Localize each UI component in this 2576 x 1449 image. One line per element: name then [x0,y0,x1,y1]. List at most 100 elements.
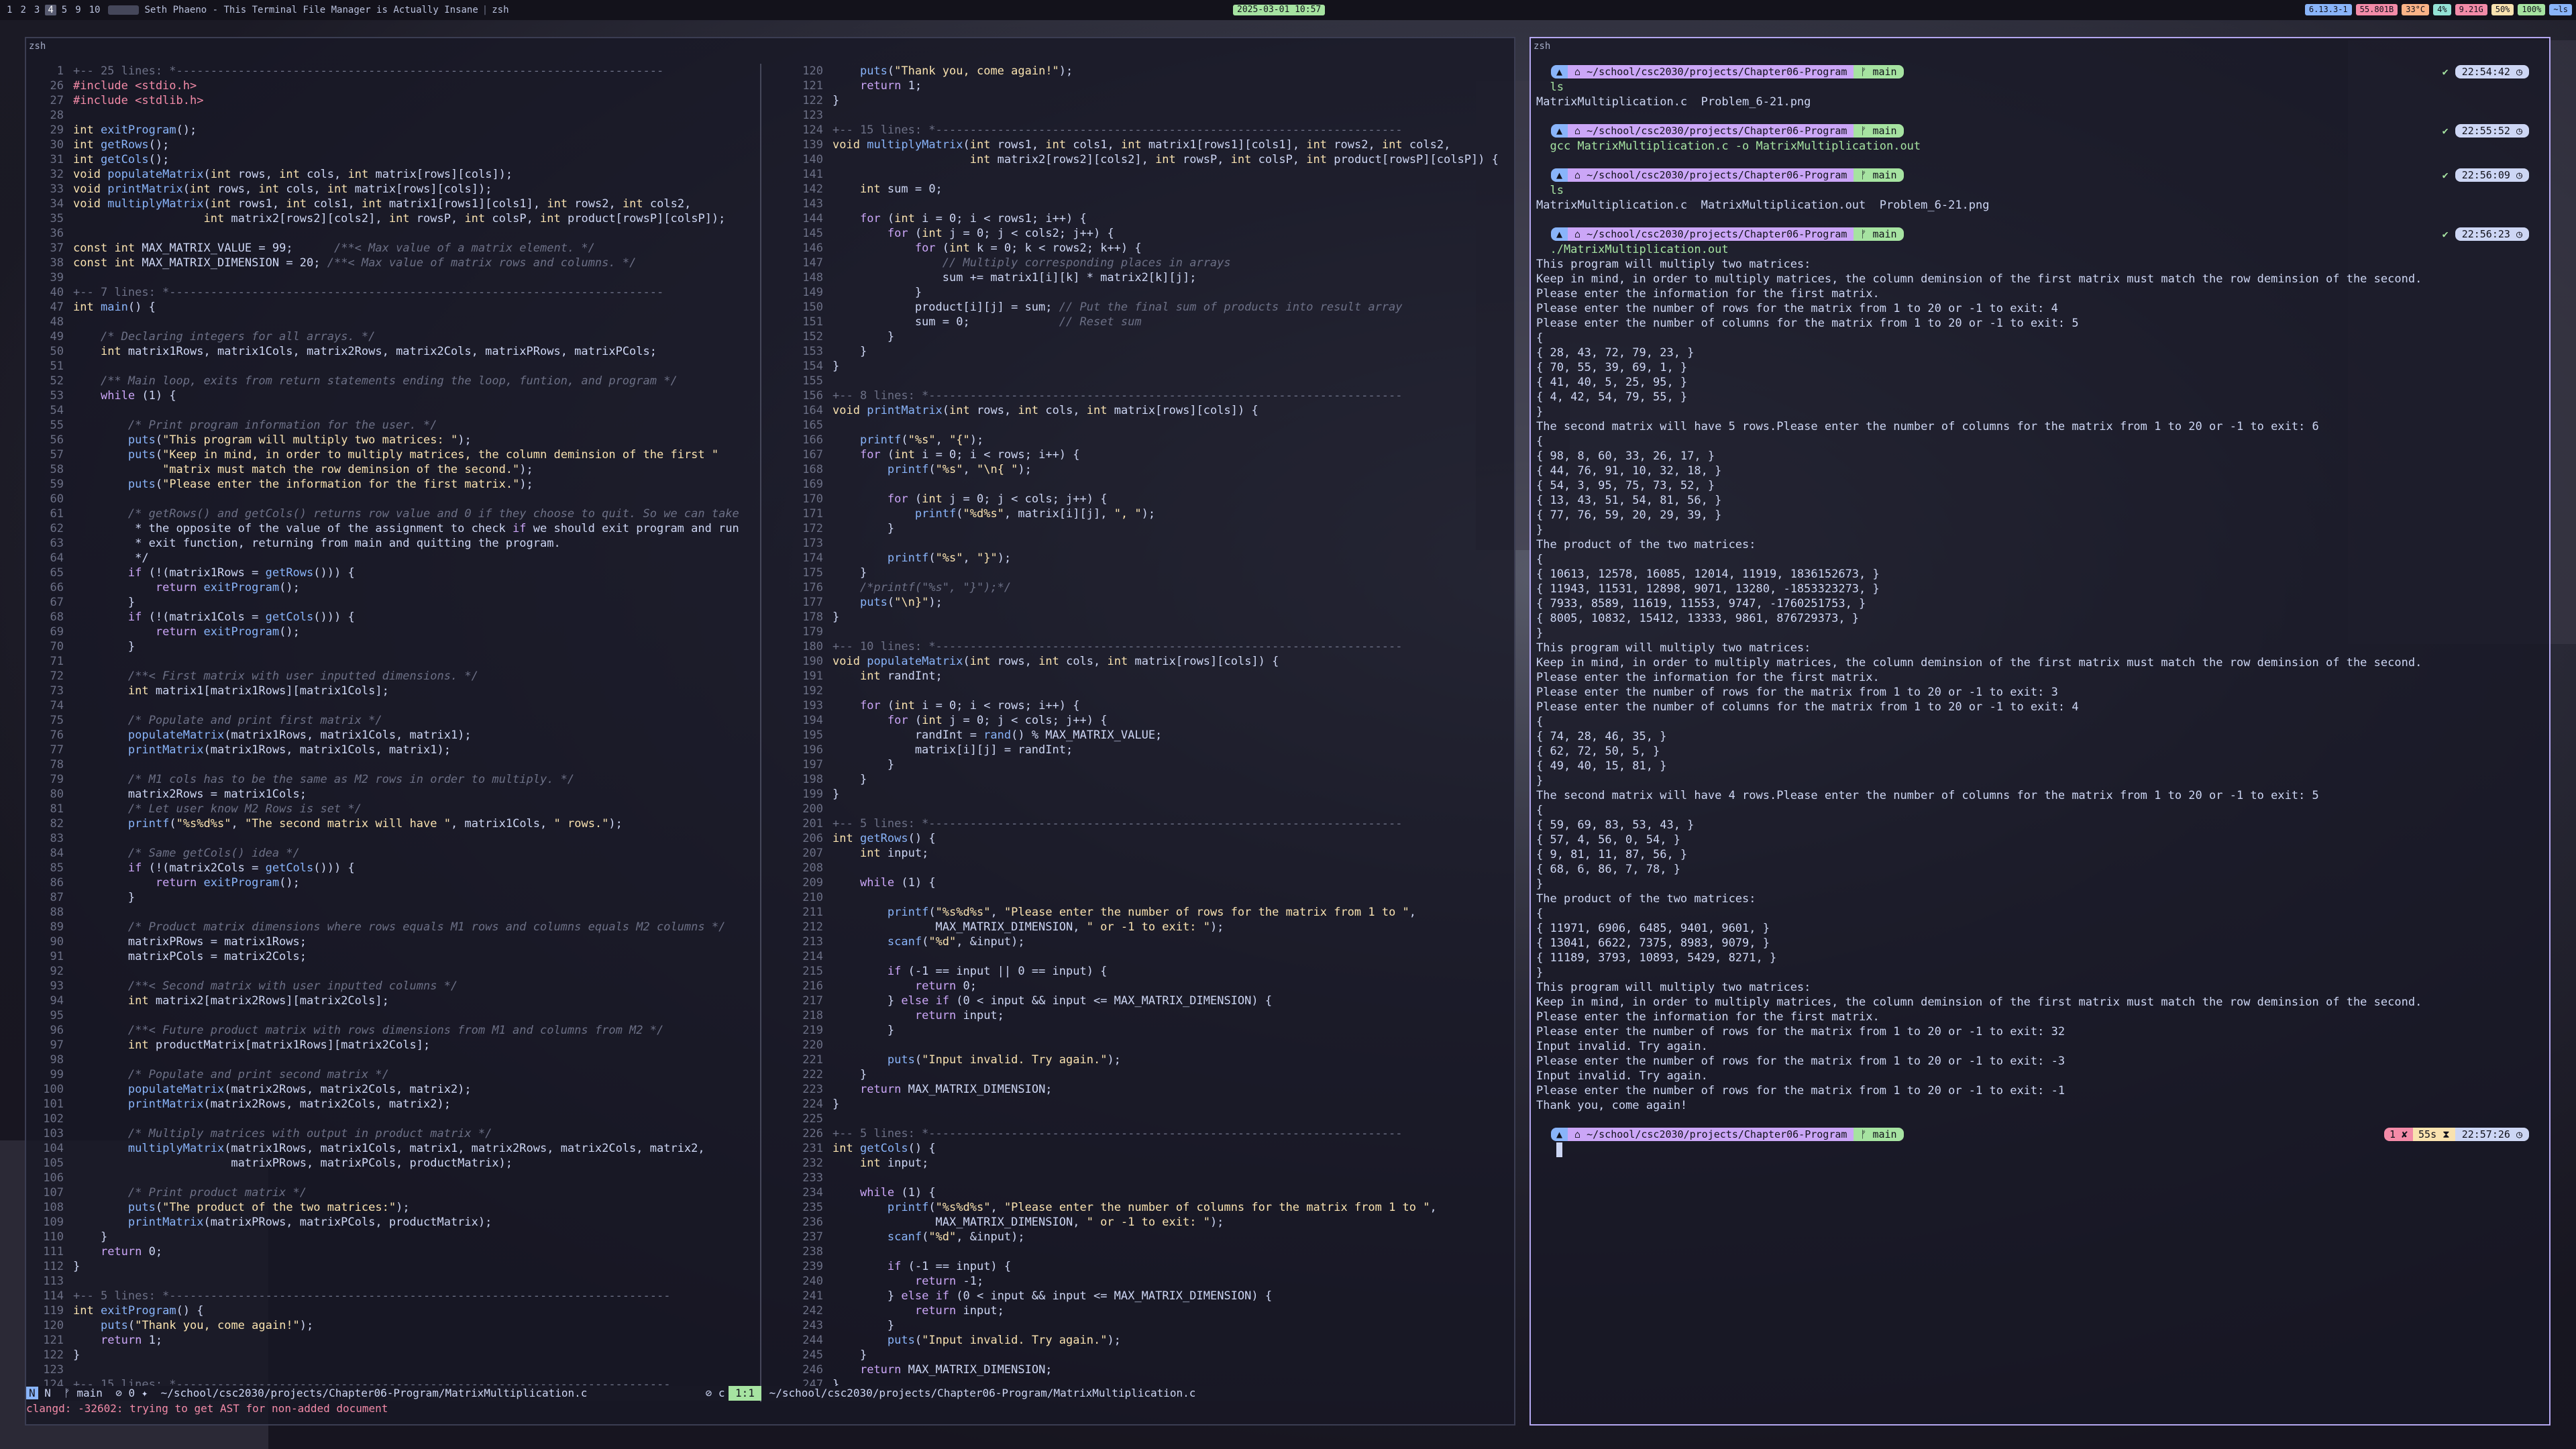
code-line[interactable]: 89 /* Product matrix dimensions where ro… [30,920,761,934]
tray-item[interactable]: 55.801B [2355,4,2398,15]
code-line[interactable]: 215 if (-1 == input || 0 == input) { [790,964,1507,979]
code-line[interactable]: 222 } [790,1067,1507,1082]
editor-right-split[interactable]: 120 puts("Thank you, come again!"); 121 r… [790,64,1507,1392]
code-line[interactable]: 177 puts("\n}"); [790,595,1507,610]
code-line[interactable]: 165 [790,418,1507,433]
code-line[interactable]: 94 int matrix2[matrix2Rows][matrix2Cols]… [30,994,761,1008]
code-line[interactable]: 149 } [790,285,1507,300]
code-line[interactable]: 171 printf("%d%s", matrix[i][j], ", "); [790,506,1507,521]
code-line[interactable]: 122} [30,1348,761,1362]
code-line[interactable]: 76 populateMatrix(matrix1Rows, matrix1Co… [30,728,761,743]
code-line[interactable]: 122} [790,93,1507,108]
code-line[interactable]: 74 [30,698,761,713]
code-line[interactable]: 148 sum += matrix1[i][k] * matrix2[k][j]… [790,270,1507,285]
code-line[interactable]: 93 /**< Second matrix with user inputted… [30,979,761,994]
code-line[interactable]: 82 printf("%s%d%s", "The second matrix w… [30,816,761,831]
code-line[interactable]: 73 int matrix1[matrix1Rows][matrix1Cols]… [30,684,761,698]
code-line[interactable]: 36 [30,226,761,241]
code-line[interactable]: 114 +-- 5 lines: *-----------------------… [30,1289,761,1303]
code-line[interactable]: 108 puts("The product of the two matrice… [30,1200,761,1215]
code-line[interactable]: 240 return -1; [790,1274,1507,1289]
code-line[interactable]: 140 int matrix2[rows2][cols2], int rowsP… [790,152,1507,167]
code-line[interactable]: 245 } [790,1348,1507,1362]
code-line[interactable]: 156 +-- 8 lines: *-----------------------… [790,388,1507,403]
code-line[interactable]: 37 const int MAX_MATRIX_VALUE = 99; /**< … [30,241,761,256]
code-line[interactable]: 39 [30,270,761,285]
code-line[interactable]: 144 for (int i = 0; i < rows1; i++) { [790,211,1507,226]
code-line[interactable]: 101 printMatrix(matrix2Rows, matrix2Cols… [30,1097,761,1112]
code-line[interactable]: 66 return exitProgram(); [30,580,761,595]
code-line[interactable]: 29 int exitProgram(); [30,123,761,138]
tray-item[interactable]: 4% [2433,4,2451,15]
code-line[interactable]: 233 [790,1171,1507,1185]
code-line[interactable]: 38 const int MAX_MATRIX_DIMENSION = 20; /… [30,256,761,270]
code-line[interactable]: 193 for (int i = 0; i < rows; i++) { [790,698,1507,713]
code-line[interactable]: 145 for (int j = 0; j < cols2; j++) { [790,226,1507,241]
code-line[interactable]: 173 [790,536,1507,551]
code-line[interactable]: 244 puts("Input invalid. Try again."); [790,1333,1507,1348]
tray-item[interactable]: ~ls [2549,4,2572,15]
code-line[interactable]: 90 matrixPRows = matrix1Rows; [30,934,761,949]
code-line[interactable]: 192 [790,684,1507,698]
workspace-3[interactable]: 3 [32,5,42,15]
code-line[interactable]: 141 [790,167,1507,182]
code-line[interactable]: 176 /*printf("%s", "}");*/ [790,580,1507,595]
code-line[interactable]: 98 [30,1053,761,1067]
code-line[interactable]: 217 } else if (0 < input && input <= MAX… [790,994,1507,1008]
tray-item[interactable]: 50% [2491,4,2514,15]
code-line[interactable]: 216 return 0; [790,979,1507,994]
code-line[interactable]: 237 scanf("%d", &input); [790,1230,1507,1244]
code-line[interactable]: 69 return exitProgram(); [30,625,761,639]
code-line[interactable]: 170 for (int j = 0; j < cols; j++) { [790,492,1507,506]
code-line[interactable]: 175 } [790,566,1507,580]
workspace-2[interactable]: 2 [17,5,28,15]
code-line[interactable]: 150 product[i][j] = sum; // Put the fina… [790,300,1507,315]
code-line[interactable]: 52 /** Main loop, exits from return stat… [30,374,761,388]
code-line[interactable]: 47 int main() { [30,300,761,315]
code-line[interactable]: 58 "matrix must match the row deminsion … [30,462,761,477]
workspace-1[interactable]: 1 [4,5,15,15]
code-line[interactable]: 33 void printMatrix(int rows, int cols, i… [30,182,761,197]
code-line[interactable]: 151 sum = 0; // Reset sum [790,315,1507,329]
code-line[interactable]: 234 while (1) { [790,1185,1507,1200]
code-line[interactable]: 142 int sum = 0; [790,182,1507,197]
code-line[interactable]: 61 /* getRows() and getCols() returns ro… [30,506,761,521]
code-line[interactable]: 224} [790,1097,1507,1112]
code-line[interactable]: 179 [790,625,1507,639]
code-line[interactable]: 70 } [30,639,761,654]
code-line[interactable]: 119 int exitProgram() { [30,1303,761,1318]
workspace-4[interactable]: 4 [45,5,56,15]
code-line[interactable]: 235 printf("%s%d%s", "Please enter the n… [790,1200,1507,1215]
code-line[interactable]: 63 * exit function, returning from main … [30,536,761,551]
code-line[interactable]: 113 [30,1274,761,1289]
code-line[interactable]: 236 MAX_MATRIX_DIMENSION, " or -1 to exi… [790,1215,1507,1230]
code-line[interactable]: 35 int matrix2[rows2][cols2], int rowsP,… [30,211,761,226]
code-line[interactable]: 32 void populateMatrix(int rows, int cols… [30,167,761,182]
code-line[interactable]: 191 int randInt; [790,669,1507,684]
tray-item[interactable]: 100% [2518,4,2546,15]
code-line[interactable]: 242 return input; [790,1303,1507,1318]
code-line[interactable]: 174 printf("%s", "}"); [790,551,1507,566]
code-line[interactable]: 102 [30,1112,761,1126]
editor-left-split[interactable]: 1 +-- 25 lines: *------------------------… [30,64,761,1392]
code-line[interactable]: 31 int getCols(); [30,152,761,167]
code-line[interactable]: 220 [790,1038,1507,1053]
code-line[interactable]: 60 [30,492,761,506]
code-line[interactable]: 211 printf("%s%d%s", "Please enter the n… [790,905,1507,920]
code-line[interactable]: 147 // Multiply corresponding places in … [790,256,1507,270]
code-line[interactable]: 199} [790,787,1507,802]
code-line[interactable]: 96 /**< Future product matrix with rows … [30,1023,761,1038]
code-line[interactable]: 214 [790,949,1507,964]
code-line[interactable]: 103 /* Multiply matrices with output in … [30,1126,761,1141]
code-line[interactable]: 55 /* Print program information for the … [30,418,761,433]
code-line[interactable]: 152 } [790,329,1507,344]
tray-item[interactable]: 6.13.3-1 [2304,4,2352,15]
code-line[interactable]: 243 } [790,1318,1507,1333]
code-line[interactable]: 124 +-- 15 lines: *----------------------… [790,123,1507,138]
code-line[interactable]: 139 void multiplyMatrix(int rows1, int co… [790,138,1507,152]
code-line[interactable]: 106 [30,1171,761,1185]
code-line[interactable]: 198 } [790,772,1507,787]
terminal-cursor[interactable] [1556,1142,1562,1157]
code-line[interactable]: 87 } [30,890,761,905]
code-line[interactable]: 48 [30,315,761,329]
